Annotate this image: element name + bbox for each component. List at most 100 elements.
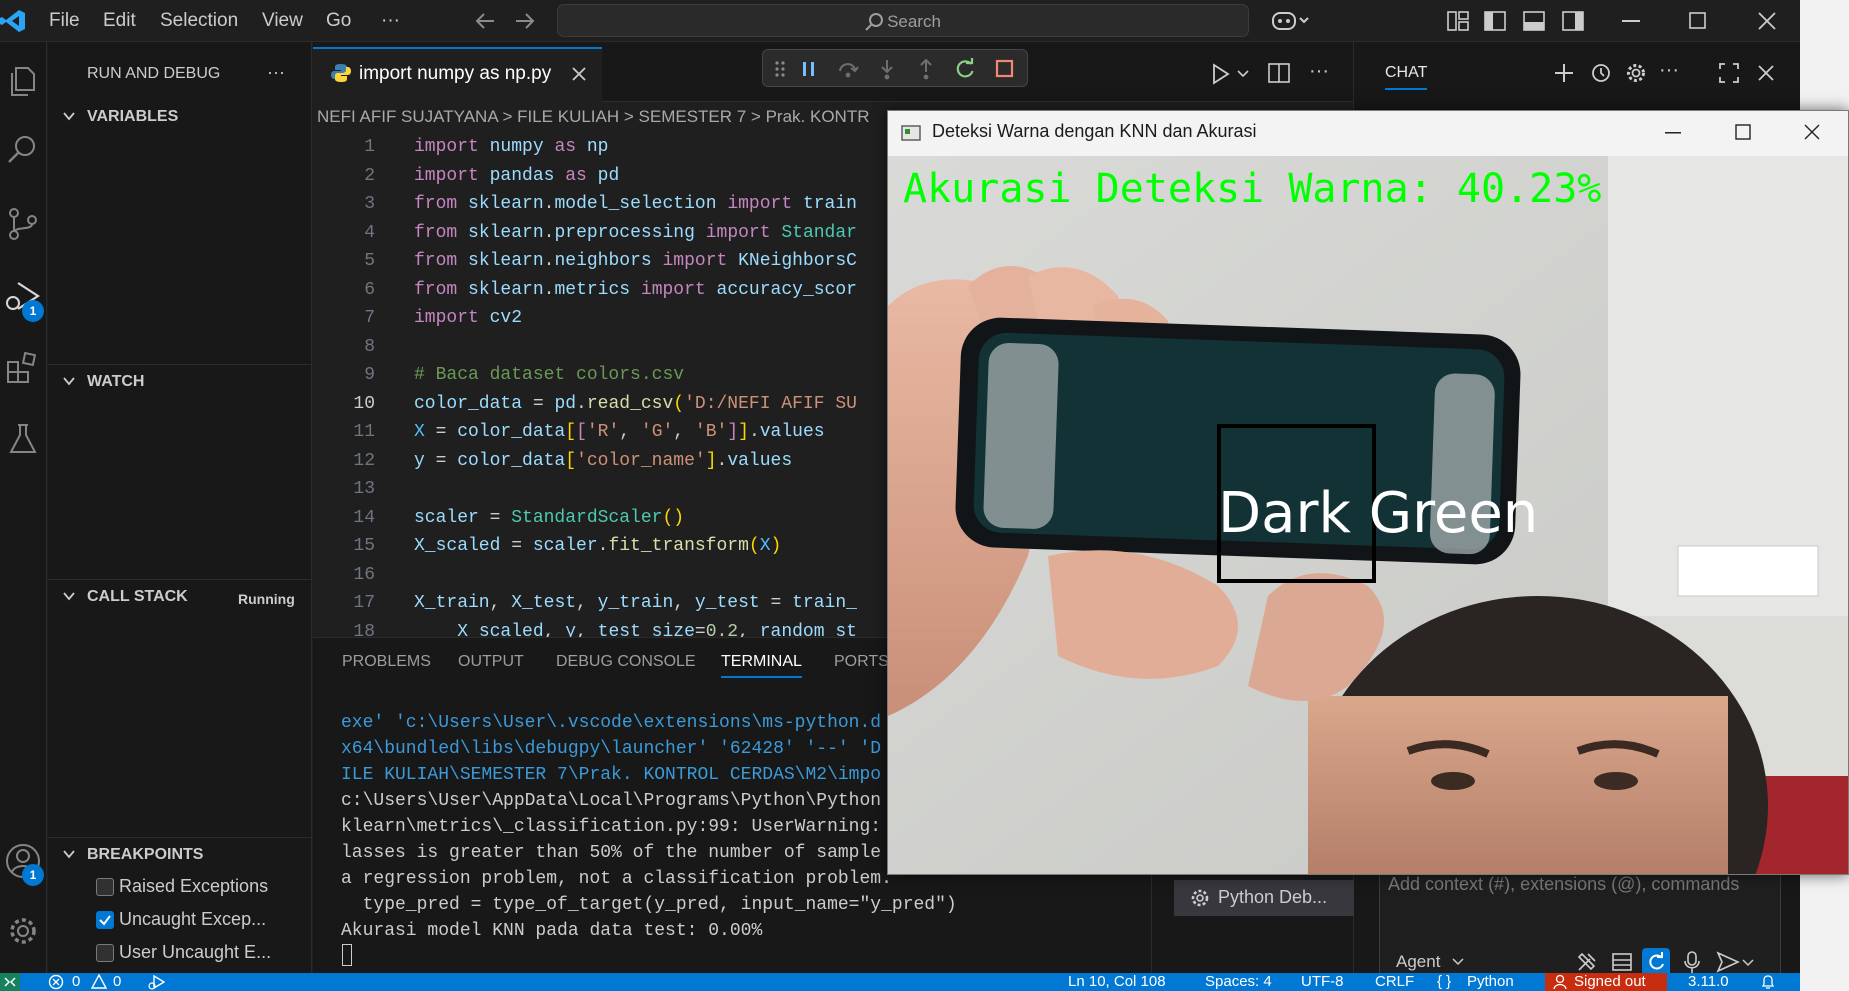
code-line[interactable]: from sklearn.model_selection import trai… xyxy=(414,190,857,219)
code-line[interactable] xyxy=(414,475,857,504)
copilot-icon[interactable] xyxy=(1270,8,1310,34)
command-center-search[interactable]: Search xyxy=(557,4,1249,37)
uncaught-exceptions-checkbox[interactable] xyxy=(96,911,114,929)
variables-section-header[interactable]: VARIABLES xyxy=(48,102,312,132)
pause-icon[interactable] xyxy=(800,60,818,78)
raised-exceptions-checkbox[interactable] xyxy=(96,878,114,896)
code-line[interactable]: color_data = pd.read_csv('D:/NEFI AFIF S… xyxy=(414,390,857,419)
maximize-window-icon[interactable] xyxy=(1689,12,1707,30)
tab-debug-console[interactable]: DEBUG CONSOLE xyxy=(556,653,696,671)
code-line[interactable]: from sklearn.preprocessing import Standa… xyxy=(414,219,857,248)
breadcrumb[interactable]: NEFI AFIF SUJATYANA > FILE KULIAH > SEME… xyxy=(317,107,869,127)
send-icon[interactable] xyxy=(1716,951,1740,973)
error-count[interactable]: 0 xyxy=(72,973,80,990)
warning-count[interactable]: 0 xyxy=(113,973,121,990)
user-uncaught-exceptions-checkbox[interactable] xyxy=(96,944,114,962)
step-over-icon[interactable] xyxy=(837,59,859,79)
code-line[interactable]: import pandas as pd xyxy=(414,162,857,191)
menu-go[interactable]: Go xyxy=(326,10,351,32)
close-window-icon[interactable] xyxy=(1758,12,1776,30)
tab-ports[interactable]: PORTS xyxy=(834,653,889,671)
step-out-icon[interactable] xyxy=(916,59,936,81)
extensions-icon[interactable] xyxy=(4,349,42,387)
menu-file[interactable]: File xyxy=(49,10,80,32)
restart-icon[interactable] xyxy=(954,58,976,80)
model-picker-icon[interactable] xyxy=(1611,951,1633,973)
warning-icon[interactable] xyxy=(91,974,107,990)
encoding[interactable]: UTF-8 xyxy=(1301,973,1344,990)
source-control-icon[interactable] xyxy=(4,205,42,243)
code-line[interactable]: # Baca dataset colors.csv xyxy=(414,361,857,390)
chat-more-icon[interactable]: ··· xyxy=(1659,59,1679,82)
sidebar-more-icon[interactable]: ··· xyxy=(267,62,285,83)
microphone-icon[interactable] xyxy=(1682,950,1702,974)
drag-handle-icon[interactable] xyxy=(775,60,785,78)
cv-maximize-icon[interactable] xyxy=(1735,124,1751,140)
cv-minimize-icon[interactable] xyxy=(1665,132,1681,134)
error-icon[interactable] xyxy=(48,974,64,990)
menu-view[interactable]: View xyxy=(262,10,303,32)
language-braces-icon[interactable]: { } xyxy=(1437,973,1451,990)
stop-icon[interactable] xyxy=(995,59,1015,79)
tab-terminal[interactable]: TERMINAL xyxy=(721,653,802,678)
debug-run-icon[interactable] xyxy=(148,974,166,990)
send-chevron-icon[interactable] xyxy=(1742,959,1754,967)
menu-more[interactable]: ··· xyxy=(381,10,400,32)
code-lines[interactable]: import numpy as np import pandas as pd fro… xyxy=(414,133,857,646)
code-line[interactable]: from sklearn.neighbors import KNeighbors… xyxy=(414,247,857,276)
notifications-bell-icon[interactable] xyxy=(1760,974,1776,990)
explorer-icon[interactable] xyxy=(4,62,42,100)
terminal-output[interactable]: exe' 'c:\Users\User\.vscode\extensions\m… xyxy=(341,710,957,944)
customize-layout-icon[interactable] xyxy=(1447,11,1469,31)
terminal-list-item[interactable]: Python Deb... xyxy=(1174,880,1354,916)
code-line[interactable]: import numpy as np xyxy=(414,133,857,162)
code-line[interactable]: X_scaled = scaler.fit_transform(X) xyxy=(414,532,857,561)
code-line[interactable]: X = color_data[['R', 'G', 'B']].values xyxy=(414,418,857,447)
chat-input-box[interactable]: Add context (#), extensions (@), command… xyxy=(1379,862,1781,986)
opencv-window[interactable]: Deteksi Warna dengan KNN dan Akurasi Aku… xyxy=(887,110,1849,875)
code-line[interactable] xyxy=(414,561,857,590)
menu-selection[interactable]: Selection xyxy=(160,10,238,32)
code-line[interactable] xyxy=(414,333,857,362)
line-endings[interactable]: CRLF xyxy=(1375,973,1414,990)
toggle-panel-icon[interactable] xyxy=(1523,11,1545,31)
forward-arrow-icon[interactable] xyxy=(512,10,536,32)
auto-refresh-toggle[interactable] xyxy=(1642,948,1670,976)
tab-output[interactable]: OUTPUT xyxy=(458,653,524,671)
editor-more-icon[interactable]: ··· xyxy=(1309,60,1329,83)
language-mode[interactable]: Python xyxy=(1467,973,1514,990)
watch-section-header[interactable]: WATCH xyxy=(48,367,312,397)
editor-tab-active[interactable]: import numpy as np.py xyxy=(313,47,602,102)
new-chat-plus-icon[interactable] xyxy=(1553,62,1575,84)
tab-problems[interactable]: PROBLEMS xyxy=(342,653,431,671)
back-arrow-icon[interactable] xyxy=(474,10,498,32)
code-line[interactable]: X_train, X_test, y_train, y_test = train… xyxy=(414,589,857,618)
code-line[interactable]: from sklearn.metrics import accuracy_sco… xyxy=(414,276,857,305)
search-view-icon[interactable] xyxy=(4,131,42,169)
breakpoints-section-header[interactable]: BREAKPOINTS xyxy=(48,840,312,870)
indentation[interactable]: Spaces: 4 xyxy=(1205,973,1272,990)
minimize-window-icon[interactable] xyxy=(1622,20,1640,22)
remote-indicator[interactable] xyxy=(0,973,20,991)
agent-mode-dropdown[interactable]: Agent xyxy=(1396,952,1440,972)
tools-icon[interactable] xyxy=(1576,951,1598,973)
chat-settings-gear-icon[interactable] xyxy=(1625,62,1647,84)
toggle-secondary-sidebar-icon[interactable] xyxy=(1562,11,1584,31)
chat-history-icon[interactable] xyxy=(1589,62,1611,84)
cv-close-icon[interactable] xyxy=(1804,124,1820,140)
close-tab-icon[interactable] xyxy=(571,66,587,82)
chat-title[interactable]: CHAT xyxy=(1385,64,1428,90)
run-file-icon[interactable] xyxy=(1211,63,1231,85)
python-version[interactable]: 3.11.0 xyxy=(1688,973,1729,990)
split-editor-icon[interactable] xyxy=(1268,63,1290,83)
callstack-section-header[interactable]: CALL STACK Running xyxy=(48,582,312,612)
testing-flask-icon[interactable] xyxy=(4,420,42,458)
account-status[interactable]: Signed out xyxy=(1574,973,1646,990)
code-line[interactable]: y = color_data['color_name'].values xyxy=(414,447,857,476)
run-dropdown-chevron-icon[interactable] xyxy=(1236,69,1250,79)
maximize-chat-icon[interactable] xyxy=(1718,62,1740,84)
step-into-icon[interactable] xyxy=(877,59,897,81)
toggle-primary-sidebar-icon[interactable] xyxy=(1484,11,1506,31)
code-line[interactable]: scaler = StandardScaler() xyxy=(414,504,857,533)
code-line[interactable]: import cv2 xyxy=(414,304,857,333)
